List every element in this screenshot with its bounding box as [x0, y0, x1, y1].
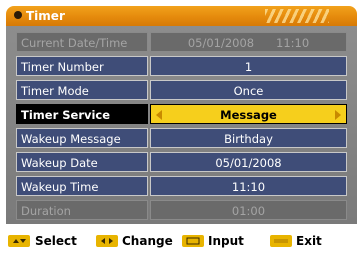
- timer-mode-value[interactable]: Once: [150, 80, 347, 100]
- timer-service-label: Timer Service: [16, 104, 148, 124]
- row-wakeup-message[interactable]: Wakeup Message Birthday: [16, 128, 347, 148]
- wakeup-message-value[interactable]: Birthday: [150, 128, 347, 148]
- key-hints-bar: Select Change Input Exit: [0, 230, 363, 252]
- duration-label: Duration: [16, 200, 148, 220]
- input-hint: Input: [208, 234, 244, 248]
- row-timer-number[interactable]: Timer Number 1: [16, 56, 347, 76]
- wakeup-date-value[interactable]: 05/01/2008: [150, 152, 347, 172]
- page-title: Timer: [26, 9, 65, 23]
- timer-screen: Timer Current Date/Time 05/01/2008 11:10…: [0, 0, 363, 256]
- row-wakeup-date[interactable]: Wakeup Date 05/01/2008: [16, 152, 347, 172]
- timer-settings-panel: Current Date/Time 05/01/2008 11:10 Timer…: [6, 26, 357, 224]
- row-duration: Duration 01:00: [16, 200, 347, 220]
- change-hint: Change: [122, 234, 173, 248]
- exit-hint: Exit: [296, 234, 322, 248]
- current-date-time-label: Current Date/Time: [16, 32, 148, 52]
- wakeup-date-label: Wakeup Date: [16, 152, 148, 172]
- timer-mode-label: Timer Mode: [16, 80, 148, 100]
- timer-service-selector[interactable]: Message: [150, 104, 347, 124]
- row-current-date-time: Current Date/Time 05/01/2008 11:10: [16, 32, 347, 52]
- number-keys-icon: [182, 235, 204, 247]
- row-timer-mode[interactable]: Timer Mode Once: [16, 80, 347, 100]
- decorative-stripes: [265, 9, 329, 23]
- row-timer-service[interactable]: Timer Service Message: [16, 104, 347, 124]
- title-bar: Timer: [6, 6, 357, 26]
- wakeup-time-value[interactable]: 11:10: [150, 176, 347, 196]
- timer-service-value: Message: [220, 108, 277, 122]
- menu-key-icon: [270, 235, 292, 247]
- left-right-key-icon: [96, 235, 118, 247]
- timer-number-value[interactable]: 1: [150, 56, 347, 76]
- bullet-icon: [14, 11, 22, 19]
- arrow-right-icon[interactable]: [335, 110, 341, 120]
- arrow-left-icon[interactable]: [156, 110, 162, 120]
- up-down-key-icon: [8, 235, 30, 247]
- current-date-time-value: 05/01/2008 11:10: [150, 32, 347, 52]
- row-wakeup-time[interactable]: Wakeup Time 11:10: [16, 176, 347, 196]
- select-hint: Select: [35, 234, 77, 248]
- duration-value: 01:00: [150, 200, 347, 220]
- wakeup-time-label: Wakeup Time: [16, 176, 148, 196]
- wakeup-message-label: Wakeup Message: [16, 128, 148, 148]
- timer-number-label: Timer Number: [16, 56, 148, 76]
